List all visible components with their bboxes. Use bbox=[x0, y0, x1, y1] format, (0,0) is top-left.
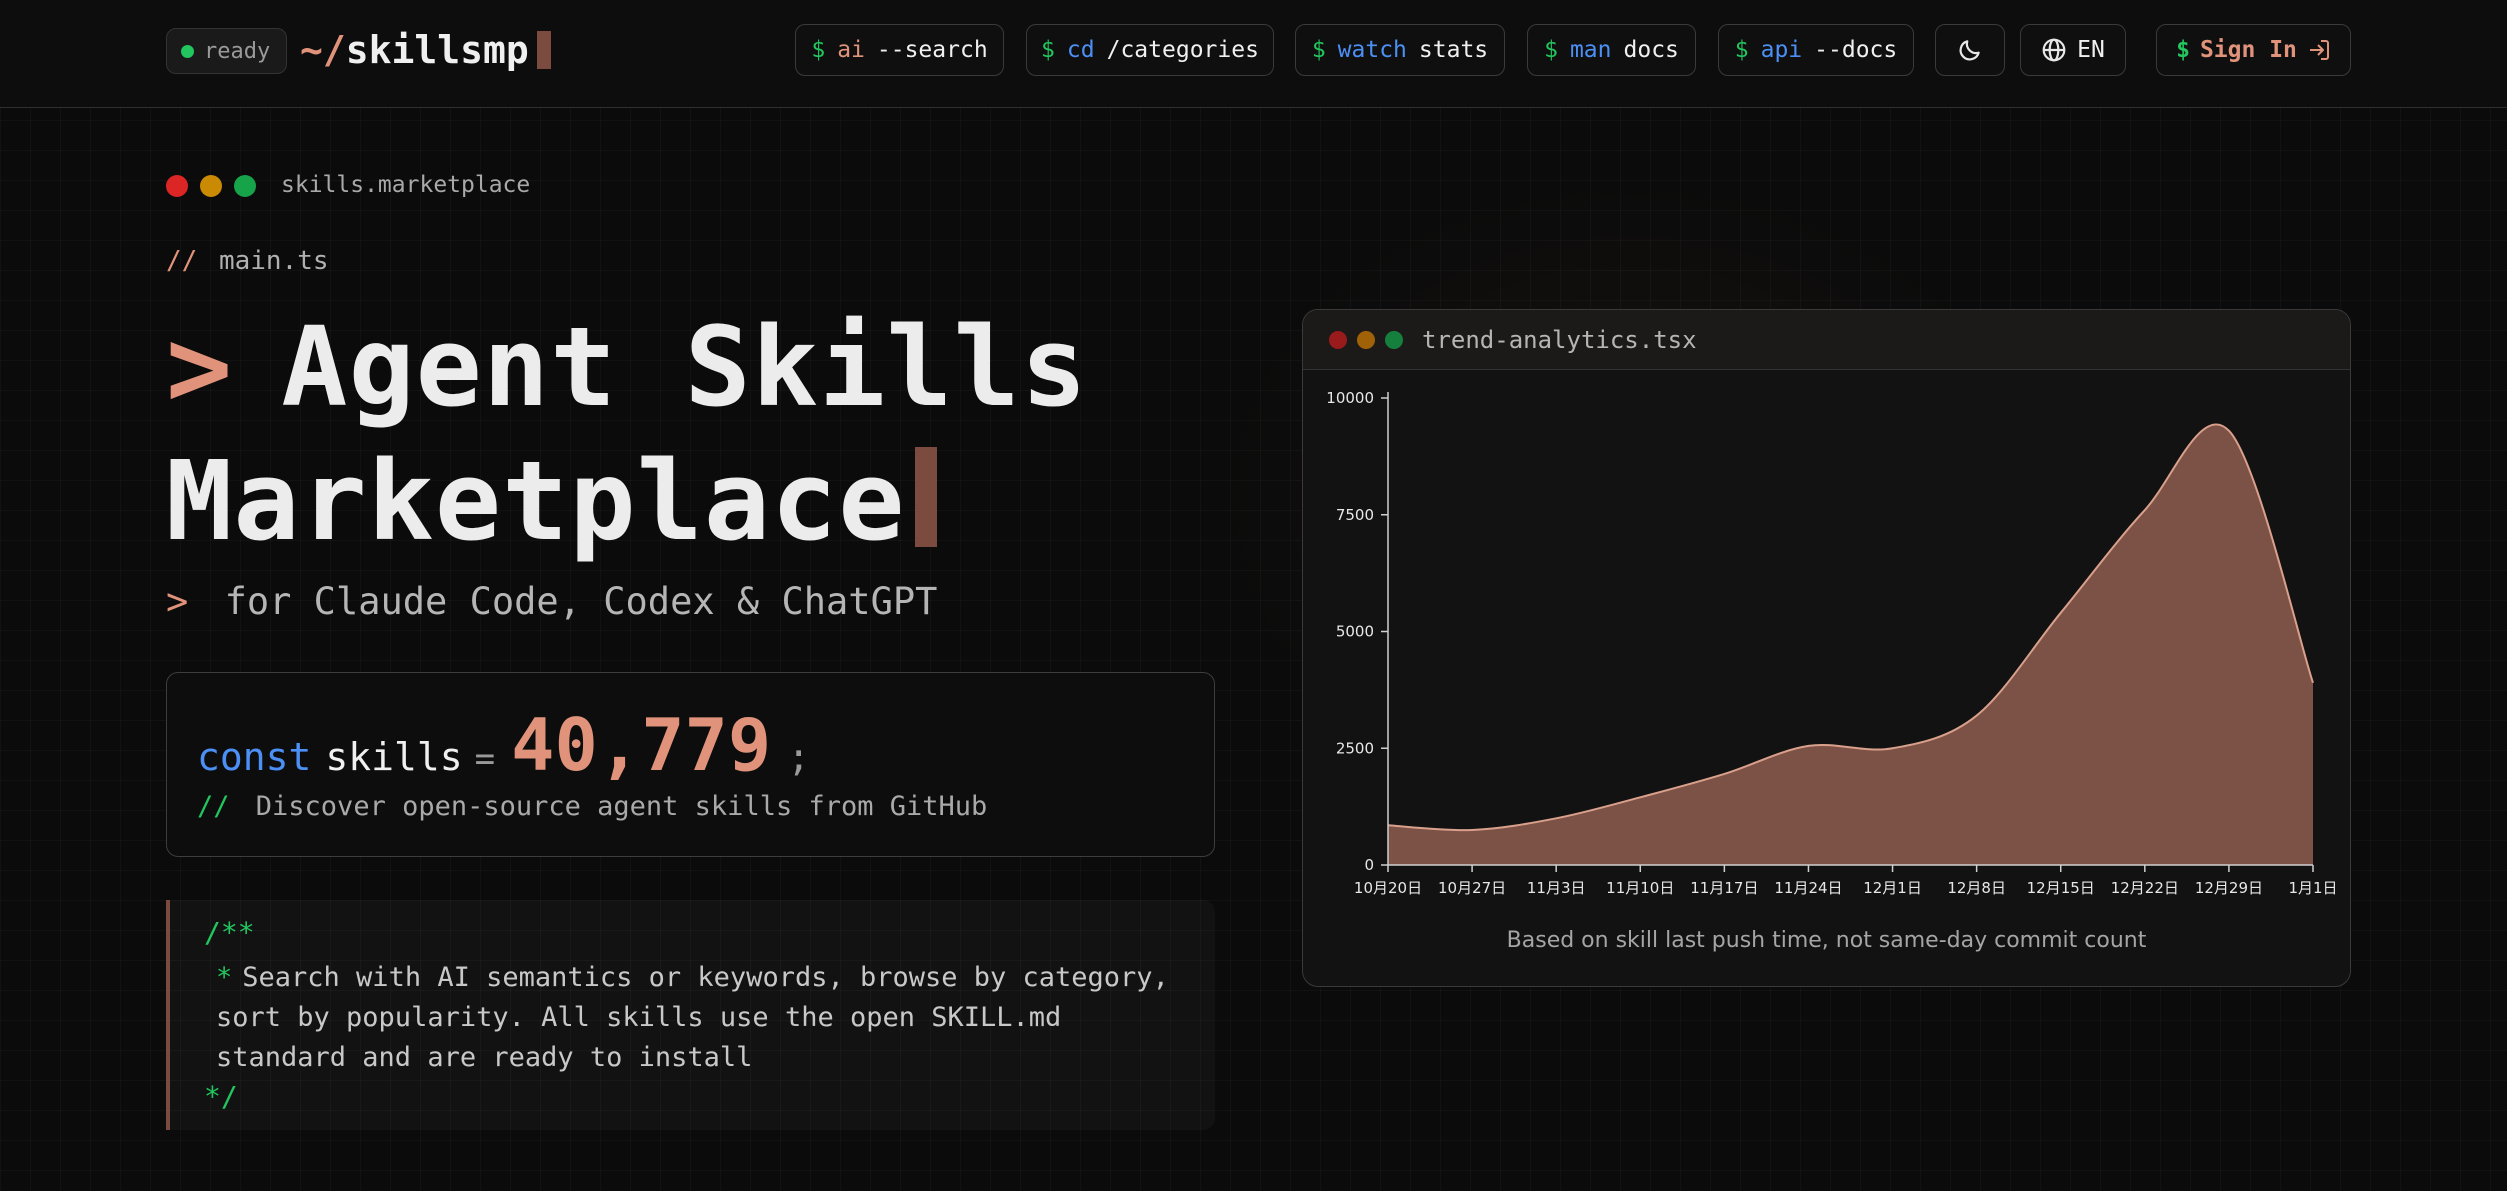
x-tick-label: 11月10日 bbox=[1606, 879, 1674, 897]
x-tick-label: 10月20日 bbox=[1354, 879, 1422, 897]
code-keyword: const bbox=[197, 735, 312, 779]
logo-cursor bbox=[536, 31, 551, 69]
title-line-2: Marketplace bbox=[166, 437, 906, 565]
x-tick-label: 12月1日 bbox=[1863, 879, 1922, 897]
moon-icon bbox=[1959, 40, 1980, 61]
code-comment-text: Discover open-source agent skills from G… bbox=[255, 791, 988, 822]
comment-slash: // bbox=[166, 246, 198, 276]
nav-categories-button[interactable]: $ cd /categories bbox=[1026, 24, 1274, 76]
maximize-dot-icon bbox=[1385, 331, 1403, 349]
doc-text: * Search with AI semantics or keywords, b… bbox=[216, 958, 1196, 1078]
status-badge: ready bbox=[166, 28, 287, 74]
chart-caption: Based on skill last push time, not same-… bbox=[1506, 928, 2147, 953]
sign-in-icon bbox=[2309, 40, 2329, 60]
x-tick-label: 12月8日 bbox=[1947, 879, 2006, 897]
page-title: > Agent Skills Marketplace bbox=[166, 300, 1088, 568]
logo-prefix: ~/ bbox=[300, 28, 346, 72]
globe-icon bbox=[2042, 38, 2066, 62]
nav-arg: docs bbox=[1623, 37, 1679, 63]
x-tick-label: 1月1日 bbox=[2288, 879, 2337, 897]
nav-sign: $ bbox=[811, 37, 826, 63]
close-dot-icon bbox=[166, 175, 188, 197]
chart-window-title: trend-analytics.tsx bbox=[1422, 326, 1697, 354]
file-name: main.ts bbox=[218, 246, 329, 276]
nav-cmd: ai bbox=[837, 37, 865, 63]
nav-arg: stats bbox=[1418, 37, 1489, 63]
nav-api-docs-button[interactable]: $ api --docs bbox=[1718, 24, 1914, 76]
x-tick-label: 11月24日 bbox=[1774, 879, 1842, 897]
x-tick-label: 12月15日 bbox=[2027, 879, 2095, 897]
title-prompt: > bbox=[166, 303, 234, 431]
subtitle: > for Claude Code, Codex & ChatGPT bbox=[166, 580, 937, 623]
code-line: const skills = 40,779 ; bbox=[197, 703, 810, 787]
x-tick-label: 11月3日 bbox=[1527, 879, 1586, 897]
nav-arg: --docs bbox=[1814, 37, 1898, 63]
y-tick-label: 5000 bbox=[1336, 623, 1374, 641]
minimize-dot-icon bbox=[1357, 331, 1375, 349]
nav-cmd: man bbox=[1569, 37, 1612, 63]
nav-sign: $ bbox=[1311, 37, 1326, 63]
code-variable: skills bbox=[325, 735, 463, 779]
code-equals: = bbox=[474, 739, 496, 779]
nav-ai-search-button[interactable]: $ ai --search bbox=[795, 24, 1004, 76]
minimize-dot-icon bbox=[200, 175, 222, 197]
window-controls bbox=[166, 175, 256, 197]
nav-sign: $ bbox=[1041, 37, 1055, 63]
sign-in-button[interactable]: $ Sign In bbox=[2156, 24, 2351, 76]
close-dot-icon bbox=[1329, 331, 1347, 349]
nav-cmd: watch bbox=[1337, 37, 1407, 63]
status-dot-icon bbox=[181, 44, 194, 58]
doc-close: */ bbox=[204, 1080, 238, 1113]
y-tick-label: 7500 bbox=[1336, 506, 1374, 524]
y-tick-label: 2500 bbox=[1336, 739, 1374, 757]
subtitle-text: for Claude Code, Codex & ChatGPT bbox=[224, 580, 938, 623]
code-comment: // Discover open-source agent skills fro… bbox=[197, 791, 987, 822]
language-button[interactable]: EN bbox=[2020, 24, 2126, 76]
nav-arg: /categories bbox=[1106, 37, 1259, 63]
subtitle-prompt: > bbox=[166, 580, 189, 623]
x-tick-label: 10月27日 bbox=[1438, 879, 1506, 897]
chart-titlebar: trend-analytics.tsx bbox=[1303, 310, 2350, 370]
maximize-dot-icon bbox=[234, 175, 256, 197]
doc-open: /** bbox=[204, 916, 255, 949]
logo-name: skillsmp bbox=[345, 28, 529, 72]
trend-area-chart: 0 2500 5000 7500 10000 10月20日 10月27日 11月3日 11月10… bbox=[1326, 389, 2337, 897]
x-tick-label: 12月22日 bbox=[2111, 879, 2179, 897]
nav-sign: $ bbox=[1734, 37, 1749, 63]
doc-star: * bbox=[216, 962, 233, 993]
language-label: EN bbox=[2077, 37, 2105, 63]
series-area bbox=[1388, 424, 2313, 865]
trend-chart-window: trend-analytics.tsx 0 2500 5000 7500 10000 10… bbox=[1302, 309, 2351, 987]
nav-cmd: api bbox=[1760, 37, 1803, 63]
signin-sign: $ bbox=[2176, 37, 2190, 63]
y-tick-label: 10000 bbox=[1326, 389, 1374, 407]
x-tick-label: 12月29日 bbox=[2195, 879, 2263, 897]
y-tick-label: 0 bbox=[1364, 856, 1374, 874]
x-tick-label: 11月17日 bbox=[1690, 879, 1758, 897]
theme-toggle-button[interactable] bbox=[1935, 24, 2005, 76]
sign-in-label: Sign In bbox=[2199, 37, 2297, 63]
code-comment-slash: // bbox=[197, 791, 230, 822]
nav-cmd: cd bbox=[1066, 37, 1095, 63]
site-logo[interactable]: ~/ skillsmp bbox=[300, 24, 551, 76]
skill-count: 40,779 bbox=[511, 703, 772, 787]
nav-stats-button[interactable]: $ watch stats bbox=[1295, 24, 1505, 76]
nav-docs-button[interactable]: $ man docs bbox=[1527, 24, 1696, 76]
status-text: ready bbox=[204, 38, 271, 64]
nav-arg: --search bbox=[876, 37, 988, 63]
top-navbar: ready ~/ skillsmp $ ai --search $ cd /ca… bbox=[0, 0, 2507, 108]
description-docblock: /** * Search with AI semantics or keyword… bbox=[166, 900, 1215, 1130]
skill-count-card: const skills = 40,779 ; // Discover open… bbox=[166, 672, 1215, 857]
title-line-1: Agent Skills bbox=[281, 303, 1088, 431]
chart-window-controls bbox=[1329, 331, 1403, 349]
code-semicolon: ; bbox=[787, 735, 811, 779]
file-comment: // main.ts bbox=[166, 246, 329, 276]
nav-sign: $ bbox=[1544, 37, 1558, 63]
window-title: skills.marketplace bbox=[281, 172, 531, 198]
title-cursor bbox=[915, 447, 938, 547]
doc-body: Search with AI semantics or keywords, br… bbox=[216, 962, 1169, 1073]
